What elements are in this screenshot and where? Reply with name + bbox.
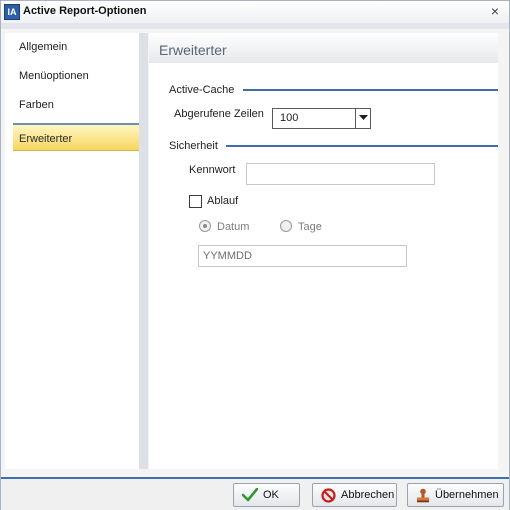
- security-divider: [226, 145, 498, 147]
- content-panel: Erweiterter Active-Cache Abgerufene Zeil…: [149, 33, 498, 469]
- password-input[interactable]: [246, 163, 435, 185]
- cancel-button[interactable]: Abbrechen: [312, 483, 397, 507]
- options-sidebar: Allgemein Menüoptionen Farben Erweiterte…: [5, 33, 142, 469]
- days-radio-label: Tage: [298, 221, 322, 233]
- checkmark-icon: [242, 488, 258, 502]
- cancel-icon: [321, 487, 336, 503]
- sidebar-item-erweiterter[interactable]: Erweiterter: [13, 123, 142, 151]
- stamp-icon: [417, 488, 429, 502]
- options-dialog: IA Active Report-Optionen × Allgemein Me…: [0, 0, 510, 510]
- sidebar-item-allgemein[interactable]: Allgemein: [13, 33, 139, 61]
- expiry-checkbox[interactable]: [189, 195, 202, 208]
- days-radio[interactable]: [280, 220, 292, 232]
- expiry-label: Ablauf: [207, 195, 239, 207]
- expiry-date-input[interactable]: YYMMDD: [198, 245, 407, 267]
- dialog-title: Active Report-Optionen: [23, 5, 147, 17]
- rows-select[interactable]: 100: [272, 108, 371, 129]
- title-bar[interactable]: IA Active Report-Optionen ×: [1, 1, 509, 23]
- title-divider: [1, 23, 509, 29]
- rows-select-value: 100: [280, 112, 299, 124]
- cancel-button-label: Abbrechen: [341, 489, 395, 501]
- ok-button[interactable]: OK: [233, 483, 300, 507]
- rows-label: Abgerufene Zeilen: [174, 108, 264, 120]
- date-radio[interactable]: [199, 220, 211, 232]
- password-label: Kennwort: [189, 164, 236, 176]
- apply-button-label: Übernehmen: [435, 489, 499, 501]
- apply-button[interactable]: Übernehmen: [407, 483, 504, 507]
- security-section-label: Sicherheit: [169, 140, 218, 152]
- panel-title: Erweiterter: [149, 33, 498, 63]
- pane-splitter[interactable]: [139, 33, 148, 469]
- sidebar-item-menueoptionen[interactable]: Menüoptionen: [13, 62, 139, 90]
- active-cache-divider: [243, 89, 498, 91]
- sidebar-item-farben[interactable]: Farben: [13, 91, 139, 119]
- close-icon[interactable]: ×: [487, 3, 503, 19]
- ok-button-label: OK: [263, 489, 279, 501]
- date-radio-label: Datum: [217, 221, 250, 233]
- chevron-down-icon[interactable]: [355, 109, 370, 128]
- dialog-footer: OK Abbrechen Übernehmen: [1, 479, 509, 510]
- active-cache-section-label: Active-Cache: [169, 84, 235, 96]
- report-app-icon: IA: [4, 4, 20, 20]
